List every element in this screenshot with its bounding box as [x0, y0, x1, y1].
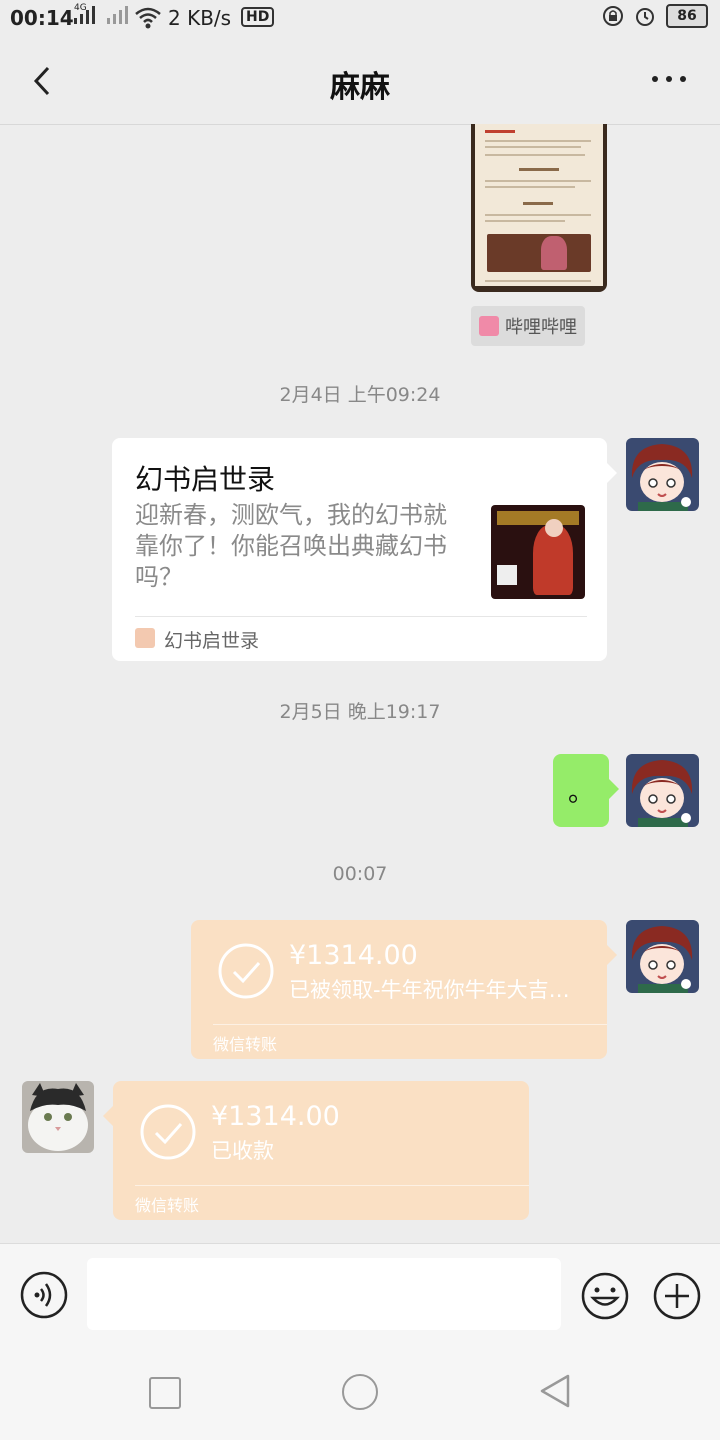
mini-program-icon: [135, 628, 155, 648]
transfer-label: 微信转账: [213, 1035, 278, 1054]
network-type-label: 4G: [74, 3, 87, 13]
transfer-message[interactable]: ¥1314.00 已收款 微信转账: [113, 1081, 529, 1220]
transfer-amount: ¥1314.00: [211, 1101, 340, 1132]
alarm-icon: [636, 8, 654, 26]
contact-avatar[interactable]: [22, 1081, 94, 1153]
system-nav-bar: [0, 1345, 720, 1440]
chat-header: 麻麻: [0, 38, 720, 125]
message-input[interactable]: [87, 1258, 561, 1330]
input-bar: [0, 1243, 720, 1346]
status-bar: 00:14 4G 2 KB/s HD 86: [0, 0, 720, 38]
signal-icon: 4G: [74, 3, 128, 24]
hd-icon: HD: [241, 7, 275, 27]
status-right: 86: [602, 4, 708, 28]
card-source: 幻书启世录: [164, 630, 260, 652]
mini-program-card[interactable]: 幻书启世录 迎新春，测欧气，我的幻书就靠你了！你能召唤出典藏幻书吗？ 幻书启世录: [112, 438, 607, 661]
bubble-tail: [609, 779, 619, 799]
more-options-icon[interactable]: [652, 76, 686, 82]
battery-icon: 86: [666, 4, 708, 28]
transfer-message[interactable]: ¥1314.00 已被领取-牛年祝你牛年大吉… 微信转账: [191, 920, 607, 1059]
bilibili-logo-icon: [479, 316, 499, 336]
avatar[interactable]: [626, 754, 699, 827]
transfer-label: 微信转账: [135, 1196, 200, 1215]
timestamp: 2月5日 晚上19:17: [279, 701, 441, 723]
bubble-tail: [607, 463, 617, 483]
check-circle-icon: [218, 943, 274, 999]
bubble-tail: [103, 1106, 113, 1126]
transfer-status: 已被领取-牛年祝你牛年大吉…: [289, 978, 570, 1002]
avatar[interactable]: [626, 920, 699, 993]
plus-icon[interactable]: [652, 1271, 702, 1321]
voice-icon[interactable]: [20, 1271, 68, 1319]
message-bubble[interactable]: 。: [553, 754, 609, 827]
transfer-status: 已收款: [211, 1139, 274, 1163]
timestamp: 2月4日 上午09:24: [279, 384, 441, 406]
source-label: 哔哩哔哩: [505, 317, 577, 338]
back-nav-icon[interactable]: [538, 1373, 572, 1409]
avatar[interactable]: [626, 438, 699, 511]
check-circle-icon: [140, 1104, 196, 1160]
emoji-icon[interactable]: [580, 1271, 630, 1321]
lock-rotation-icon: [603, 6, 623, 26]
card-description: 迎新春，测欧气，我的幻书就靠你了！你能召唤出典藏幻书吗？: [135, 501, 447, 591]
chat-title: 麻麻: [330, 70, 390, 105]
bubble-tail: [607, 945, 617, 965]
wifi-icon: [135, 7, 161, 29]
recents-icon[interactable]: [149, 1377, 181, 1409]
source-tag[interactable]: 哔哩哔哩: [471, 306, 585, 346]
card-thumbnail: [491, 505, 585, 599]
card-title: 幻书启世录: [135, 463, 276, 496]
home-icon[interactable]: [342, 1374, 378, 1410]
timestamp: 00:07: [332, 863, 388, 885]
network-speed: 2 KB/s: [168, 6, 232, 30]
transfer-amount: ¥1314.00: [289, 940, 418, 971]
shared-image[interactable]: [471, 124, 607, 292]
status-time: 00:14: [10, 6, 74, 30]
